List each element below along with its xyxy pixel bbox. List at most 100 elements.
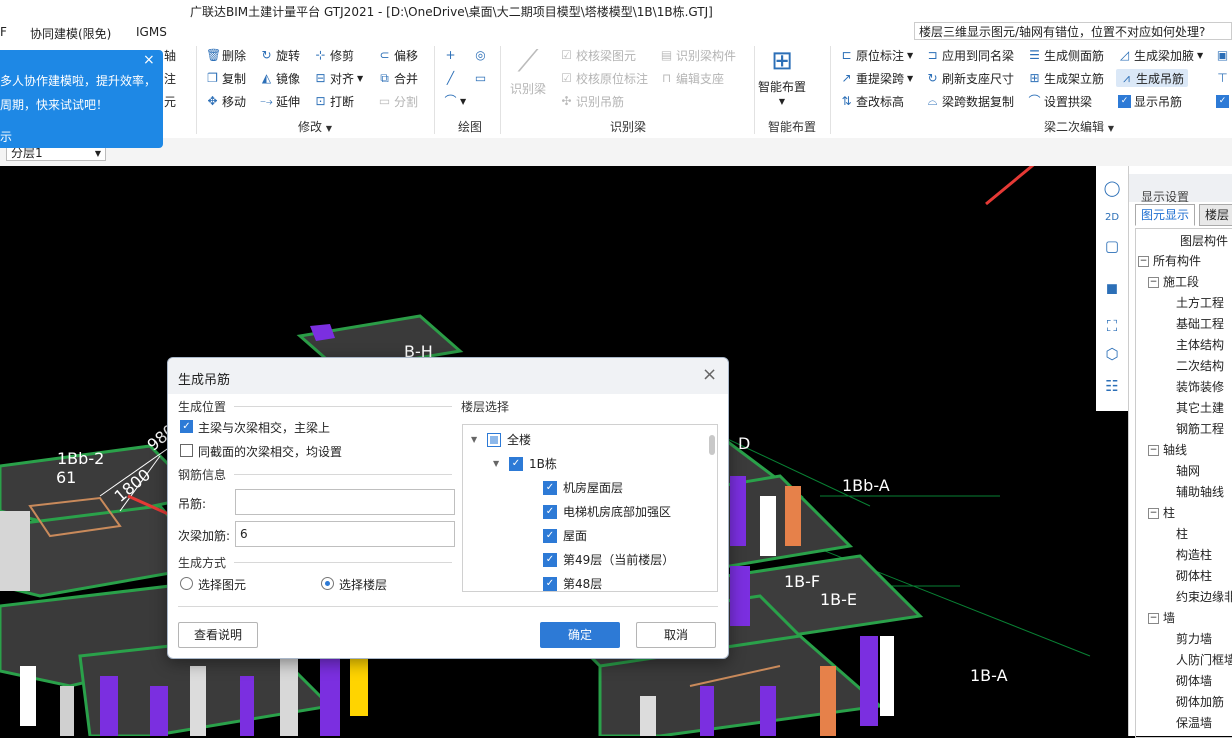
attribute-icon[interactable]: ☷: [1102, 376, 1122, 396]
fit-view-icon[interactable]: ⛶: [1102, 316, 1122, 336]
collapse-icon[interactable]: −: [1148, 277, 1159, 288]
tab-element-display[interactable]: 图元显示: [1135, 204, 1196, 226]
secondary-rebar-input[interactable]: 6: [235, 521, 455, 547]
trim-button[interactable]: ⊹ 修剪: [314, 46, 354, 64]
floor-checkbox[interactable]: ✓: [543, 577, 557, 591]
break-button[interactable]: ⊡ 打断: [314, 92, 354, 110]
tree-item[interactable]: 砌体加筋: [1176, 692, 1224, 712]
gen-stand-rebar-button[interactable]: ⊞ 生成架立筋: [1028, 69, 1104, 87]
tree-item[interactable]: 其它土建: [1176, 398, 1224, 418]
tree-item[interactable]: 二次结构: [1176, 356, 1224, 376]
align-button[interactable]: ⊟ 对齐 ▼: [314, 69, 363, 87]
offset-button[interactable]: ⊂ 偏移: [378, 46, 418, 64]
orbit-icon[interactable]: ◯: [1102, 178, 1122, 198]
tree-item[interactable]: − 柱: [1148, 503, 1175, 523]
select-element-radio[interactable]: [180, 577, 193, 590]
tree-item[interactable]: − 施工段: [1148, 272, 1199, 292]
set-arch-button[interactable]: ⌒ 设置拱梁: [1028, 92, 1092, 110]
tree-item[interactable]: 土方工程: [1176, 293, 1224, 313]
help-button[interactable]: 查看说明: [178, 622, 258, 648]
draw-arc-button[interactable]: ⌒ ▼: [444, 92, 466, 110]
floor-checkbox[interactable]: ✓: [509, 457, 523, 471]
draw-rect-button[interactable]: ▭: [474, 69, 487, 87]
identify-beam-member-button[interactable]: ▤ 识别梁构件: [660, 46, 736, 64]
close-icon[interactable]: ×: [143, 52, 155, 68]
expand-triangle-icon[interactable]: ▼: [493, 453, 499, 475]
ribbon-elem-item[interactable]: 元: [164, 92, 176, 110]
ribbon-axis-item[interactable]: 轴: [164, 46, 176, 64]
tree-item[interactable]: 轴网: [1176, 461, 1200, 481]
collapse-icon[interactable]: −: [1148, 445, 1159, 456]
cancel-button[interactable]: 取消: [636, 622, 716, 648]
menu-item-file[interactable]: F: [0, 25, 7, 39]
delete-button[interactable]: 🗑 删除: [206, 46, 246, 64]
refresh-support-button[interactable]: ↻ 刷新支座尺寸: [926, 69, 1014, 87]
mirror-button[interactable]: ◭ 镜像: [260, 69, 300, 87]
tree-item[interactable]: 柱: [1176, 524, 1188, 544]
2d-view-icon[interactable]: 2D: [1102, 208, 1122, 228]
tree-item[interactable]: 主体结构: [1176, 335, 1224, 355]
gen-side-rebar-button[interactable]: ☰ 生成侧面筋: [1028, 46, 1104, 64]
gen-hanger-button[interactable]: ⩘ 生成吊筋: [1116, 69, 1189, 87]
solid-view-icon[interactable]: ◼: [1102, 278, 1122, 298]
draw-circle-button[interactable]: ◎: [474, 46, 487, 64]
extend-button[interactable]: ⤍ 延伸: [260, 92, 300, 110]
re-span-button[interactable]: ↗ 重提梁跨 ▼: [840, 69, 913, 87]
query-elevation-button[interactable]: ⇅ 查改标高: [840, 92, 904, 110]
floor-checkbox[interactable]: ✓: [543, 553, 557, 567]
close-icon[interactable]: ×: [702, 364, 717, 385]
tree-item[interactable]: 辅助轴线: [1176, 482, 1224, 502]
help-search-input[interactable]: 楼层三维显示图元/轴网有错位，位置不对应如何处理?: [914, 22, 1232, 40]
floor-checkbox[interactable]: [487, 433, 501, 447]
tree-item[interactable]: 基础工程: [1176, 314, 1224, 334]
smart-layout-button[interactable]: ⊞ 智能布置 ▼: [758, 46, 806, 106]
span-copy-button[interactable]: ⌓ 梁跨数据复制: [926, 92, 1014, 110]
menu-item-igms[interactable]: IGMS: [136, 25, 167, 39]
move-button[interactable]: ✥ 移动: [206, 92, 246, 110]
tree-item[interactable]: 剪力墙: [1176, 629, 1212, 649]
copy-button[interactable]: ❐ 复制: [206, 69, 246, 87]
3d-view-icon[interactable]: ▢: [1102, 236, 1122, 256]
collab-promo-popup[interactable]: 多人协作建模啦，提升效率， 周期，快来试试吧！ 示 ×: [0, 50, 163, 148]
tree-item[interactable]: 钢筋工程: [1176, 419, 1224, 439]
tree-item[interactable]: 保温墙: [1176, 713, 1212, 733]
origin-mark-button[interactable]: ⊏ 原位标注 ▼: [840, 46, 913, 64]
gen-haunch-button[interactable]: ◿ 生成梁加腋 ▼: [1118, 46, 1203, 64]
tree-item[interactable]: − 墙: [1148, 608, 1175, 628]
main-secondary-checkbox[interactable]: ✓: [180, 420, 193, 433]
floor-checkbox[interactable]: ✓: [543, 481, 557, 495]
rotate-button[interactable]: ↻ 旋转: [260, 46, 300, 64]
chevron-down-icon[interactable]: ▼: [326, 124, 332, 133]
scrollbar-thumb[interactable]: [709, 435, 715, 455]
identify-hanger-button[interactable]: ✣ 识别吊筋: [560, 92, 624, 110]
collapse-icon[interactable]: −: [1148, 508, 1159, 519]
merge-button[interactable]: ⧉ 合并: [378, 69, 418, 87]
apply-same-name-button[interactable]: ⊐ 应用到同名梁: [926, 46, 1014, 64]
edit-support-button[interactable]: ⊓ 编辑支座: [660, 69, 724, 87]
identify-beam-button[interactable]: ⟋ 识别梁: [510, 46, 546, 102]
tree-item[interactable]: 砌体墙: [1176, 671, 1212, 691]
draw-point-button[interactable]: +: [444, 46, 457, 64]
show-hanger-checkbox[interactable]: ✓ 显示吊筋: [1118, 92, 1182, 110]
split-button[interactable]: ▭ 分割: [378, 92, 418, 110]
tree-item[interactable]: 人防门框墙: [1176, 650, 1232, 670]
collapse-icon[interactable]: −: [1148, 613, 1159, 624]
check-beam-button[interactable]: ☑ 校核梁图元: [560, 46, 636, 64]
ok-button[interactable]: 确定: [540, 622, 620, 648]
select-floor-radio[interactable]: [321, 577, 334, 590]
tree-item[interactable]: 砌体柱: [1176, 566, 1212, 586]
tree-item[interactable]: − 所有构件: [1138, 251, 1201, 271]
chevron-down-icon[interactable]: ▼: [1108, 124, 1114, 133]
tree-item[interactable]: 构造柱: [1176, 545, 1212, 565]
hanger-input[interactable]: [235, 489, 455, 515]
floor-checkbox[interactable]: ✓: [543, 505, 557, 519]
dynamic-observe-icon[interactable]: ⬡: [1102, 344, 1122, 364]
tab-floor[interactable]: 楼层: [1199, 204, 1232, 226]
menu-item-collab[interactable]: 协同建模(限免): [30, 25, 111, 42]
more-tool-button-1[interactable]: ▣: [1216, 46, 1229, 64]
check-origin-mark-button[interactable]: ☑ 校核原位标注: [560, 69, 648, 87]
same-section-checkbox[interactable]: [180, 444, 193, 457]
tree-item[interactable]: 装饰装修: [1176, 377, 1224, 397]
more-tool-button-2[interactable]: ⊤: [1216, 69, 1229, 87]
collapse-icon[interactable]: −: [1138, 256, 1149, 267]
